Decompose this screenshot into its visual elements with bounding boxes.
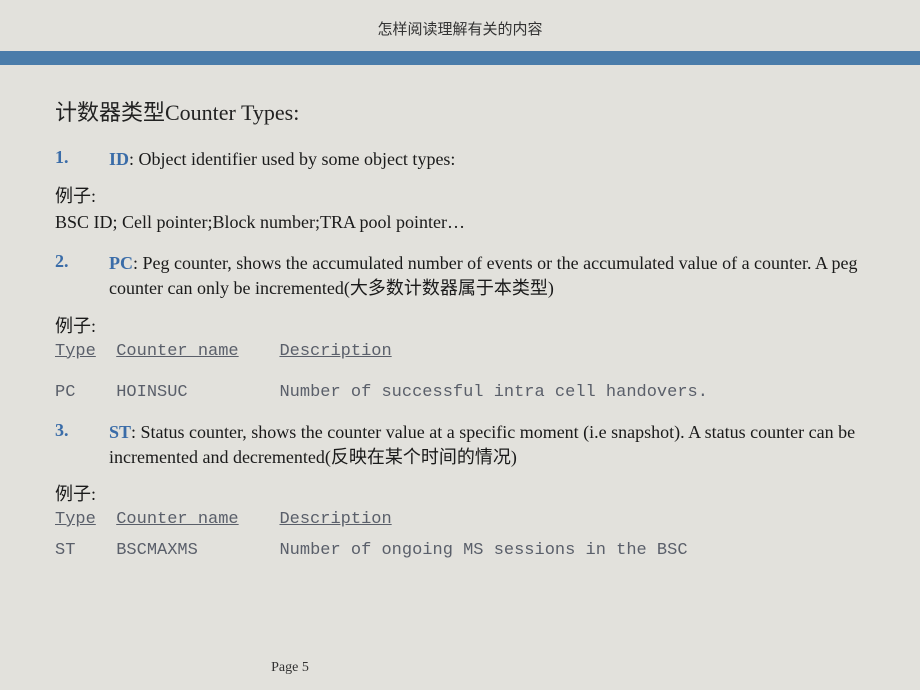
table-header-desc: Description <box>279 342 391 361</box>
item-number: 2. <box>55 251 105 272</box>
item-number: 1. <box>55 147 105 168</box>
page-footer: Page 5 <box>0 660 920 676</box>
item-body: ST: Status counter, shows the counter va… <box>109 420 859 470</box>
table-row: PC HOINSUC Number of successful intra ce… <box>55 383 865 402</box>
item-desc: : Status counter, shows the counter valu… <box>109 422 855 467</box>
table-header-type: Type <box>55 342 96 361</box>
list-item: 1. ID: Object identifier used by some ob… <box>55 147 865 172</box>
item-key: PC <box>109 253 133 273</box>
table-cell-desc: Number of ongoing MS sessions in the BSC <box>279 541 687 560</box>
example-label: 例子: <box>55 312 865 338</box>
page-header-title: 怎样阅读理解有关的内容 <box>0 0 920 51</box>
list-item: 2. PC: Peg counter, shows the accumulate… <box>55 251 865 301</box>
item-desc: : Object identifier used by some object … <box>129 149 455 169</box>
section-title: 计数器类型Counter Types: <box>55 95 865 127</box>
table-cell-type: ST <box>55 541 75 560</box>
example-text: BSC ID; Cell pointer;Block number;TRA po… <box>55 212 865 233</box>
list-item: 3. ST: Status counter, shows the counter… <box>55 420 865 470</box>
table-header-desc: Description <box>279 510 391 529</box>
item-key: ID <box>109 149 129 169</box>
table-header-type: Type <box>55 510 96 529</box>
divider-bar <box>0 51 920 65</box>
content-area: 计数器类型Counter Types: 1. ID: Object identi… <box>0 65 920 560</box>
counter-table: Type Counter name Description ST BSCMAXM… <box>55 510 865 560</box>
table-cell-name: HOINSUC <box>116 383 187 402</box>
table-cell-name: BSCMAXMS <box>116 541 198 560</box>
item-body: ID: Object identifier used by some objec… <box>109 147 859 172</box>
example-label: 例子: <box>55 182 865 208</box>
table-cell-type: PC <box>55 383 75 402</box>
item-body: PC: Peg counter, shows the accumulated n… <box>109 251 859 301</box>
table-row: ST BSCMAXMS Number of ongoing MS session… <box>55 541 865 560</box>
item-number: 3. <box>55 420 105 441</box>
table-cell-desc: Number of successful intra cell handover… <box>279 383 707 402</box>
table-header-name: Counter name <box>116 342 238 361</box>
example-label: 例子: <box>55 480 865 506</box>
item-key: ST <box>109 422 131 442</box>
item-desc: : Peg counter, shows the accumulated num… <box>109 253 858 298</box>
counter-table: Type Counter name Description PC HOINSUC… <box>55 342 865 402</box>
table-header-name: Counter name <box>116 510 238 529</box>
